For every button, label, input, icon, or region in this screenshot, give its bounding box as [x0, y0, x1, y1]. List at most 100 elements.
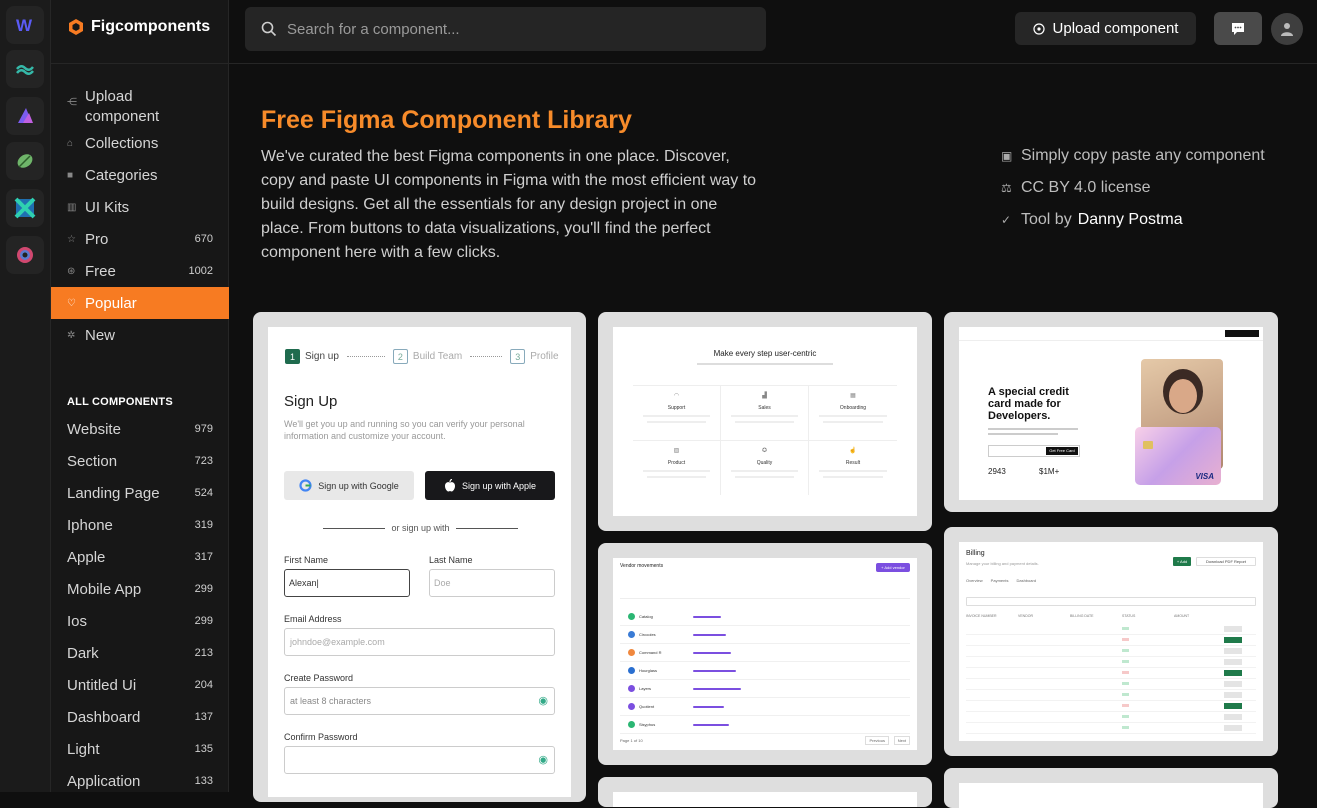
user-avatar[interactable]	[1271, 13, 1303, 45]
sidebar-item-pro[interactable]: ☆ Pro 670	[51, 223, 229, 255]
lock-icon: ⌂	[67, 137, 74, 149]
sidebar-item-popular[interactable]: ♡ Popular	[51, 287, 229, 319]
vendor-title: Vendor movements	[620, 563, 664, 569]
feedback-button[interactable]	[1214, 12, 1262, 45]
sidebar-item-collections[interactable]: ⌂ Collections	[51, 127, 229, 159]
feature-cell-label: Onboarding	[839, 405, 867, 411]
status-badge	[1122, 726, 1129, 729]
table-header-line	[620, 598, 910, 599]
category-count: 135	[194, 743, 213, 755]
leaf-app-icon[interactable]	[6, 142, 44, 180]
component-card-billing[interactable]: Billing Manage your billing and payment …	[944, 527, 1278, 756]
brand-logo[interactable]: Figcomponents	[67, 18, 210, 36]
component-card-vendor-table[interactable]: Vendor movements + Add vendor Catalog Cir…	[598, 543, 932, 765]
confirm-password-field[interactable]: ◉	[284, 746, 555, 774]
tailwind-app-icon[interactable]	[6, 50, 44, 88]
feature-cell: ▟ Sales	[721, 386, 809, 441]
sidebar-item-ui-kits[interactable]: ▥ UI Kits	[51, 191, 229, 223]
sidebar-item-categories[interactable]: ■ Categories	[51, 159, 229, 191]
camera-app-icon[interactable]	[6, 236, 44, 274]
component-card-partial[interactable]	[598, 777, 932, 807]
category-count: 319	[194, 519, 213, 531]
search-input[interactable]	[287, 20, 727, 38]
category-item[interactable]: Dark 213	[51, 637, 229, 669]
pay-button	[1224, 659, 1242, 665]
category-label: Apple	[67, 548, 106, 566]
apple-icon	[444, 479, 455, 492]
apple-button-label: Sign up with Apple	[461, 480, 537, 491]
confirm-password-label: Confirm Password	[284, 732, 358, 742]
feature-cell-label: Product	[667, 459, 686, 466]
vendor-name: Catalog	[639, 614, 653, 619]
category-list: Website 979 Section 723 Landing Page 524 Ip…	[51, 413, 229, 797]
feature-cell: ☝ Result	[809, 441, 897, 496]
figcomponents-logo-icon	[69, 19, 83, 35]
status-badge	[1122, 671, 1129, 674]
eye-icon[interactable]: ◉	[538, 694, 548, 707]
sidebar-item-upload-component[interactable]: ⋲ Upload component	[51, 85, 229, 127]
status-badge	[1122, 649, 1129, 652]
component-card-credit-card[interactable]: A special credit card made for Developer…	[944, 312, 1278, 512]
search-bar[interactable]	[245, 7, 766, 51]
category-count: 204	[194, 679, 213, 691]
download-report-button: Download PDF Report	[1196, 557, 1256, 566]
category-item[interactable]: Dashboard 137	[51, 701, 229, 733]
chip-icon	[1143, 441, 1153, 449]
password-placeholder: at least 8 characters	[290, 696, 372, 706]
add-vendor-button: + Add vendor	[876, 563, 910, 572]
shapes-app-icon[interactable]	[6, 97, 44, 135]
category-count: 299	[194, 583, 213, 595]
category-item[interactable]: Section 723	[51, 445, 229, 477]
sidebar-item-label: Categories	[85, 166, 158, 184]
plus-circle-icon	[1032, 22, 1045, 35]
visa-logo: VISA	[1195, 472, 1214, 481]
sidebar: Figcomponents ⋲ Upload component ⌂ Colle…	[51, 0, 229, 792]
category-item[interactable]: Application 133	[51, 765, 229, 797]
billing-table-header: INVOICE NUMBER VENDOR BILLING DATE STATU…	[966, 614, 1256, 618]
apple-signup-button[interactable]: Sign up with Apple	[425, 471, 555, 500]
category-item[interactable]: Apple 317	[51, 541, 229, 573]
sidebar-item-new[interactable]: ✲ New	[51, 319, 229, 351]
billing-row	[966, 624, 1256, 635]
category-label: Untitled Ui	[67, 676, 137, 694]
eye-icon[interactable]: ◉	[538, 753, 548, 766]
category-item[interactable]: Iphone 319	[51, 509, 229, 541]
google-signup-button[interactable]: Sign up with Google	[284, 471, 414, 500]
category-item[interactable]: Ios 299	[51, 605, 229, 637]
vendor-name: Circooles	[639, 632, 656, 637]
step-number: 1	[285, 349, 300, 364]
features-preview: Make every step user-centric ◠ Support ▟ S…	[613, 327, 917, 516]
upload-component-button[interactable]: Upload component	[1015, 12, 1196, 45]
component-card-features[interactable]: Make every step user-centric ◠ Support ▟ S…	[598, 312, 932, 531]
text-placeholder	[988, 433, 1058, 435]
feature-tool-by: ✓ Tool by Danny Postma	[1001, 204, 1265, 236]
signup-stepper: 1 Sign up 2 Build Team 3 Profile	[285, 349, 559, 364]
password-field[interactable]: at least 8 characters ◉	[284, 687, 555, 715]
first-name-field[interactable]: Alexan|	[284, 569, 410, 597]
category-item[interactable]: Mobile App 299	[51, 573, 229, 605]
prev-page-button: Previous	[865, 736, 889, 745]
last-name-field[interactable]: Doe	[429, 569, 555, 597]
component-card-partial[interactable]	[944, 768, 1278, 808]
category-item[interactable]: Website 979	[51, 413, 229, 445]
x-logo-app-icon[interactable]	[6, 189, 44, 227]
page-title: Free Figma Component Library	[261, 106, 632, 134]
step-number: 3	[510, 349, 526, 364]
email-field[interactable]: johndoe@example.com	[284, 628, 555, 656]
vendor-bar	[693, 615, 721, 618]
vendor-bar	[693, 723, 729, 726]
heart-icon: ♡	[67, 297, 76, 309]
component-card-signup[interactable]: 1 Sign up 2 Build Team 3 Profile Sign Up…	[253, 312, 586, 802]
feature-cell: ▦ Onboarding	[809, 386, 897, 441]
webflow-app-icon[interactable]: W	[6, 6, 44, 44]
category-label: Light	[67, 740, 100, 758]
sidebar-item-free[interactable]: ⊛ Free 1002	[51, 255, 229, 287]
author-link[interactable]: Danny Postma	[1078, 211, 1183, 229]
category-item[interactable]: Light 135	[51, 733, 229, 765]
category-item[interactable]: Untitled Ui 204	[51, 669, 229, 701]
sidebar-item-label: New	[85, 326, 116, 344]
billing-tab: Overview	[966, 578, 983, 583]
category-label: Landing Page	[67, 484, 160, 502]
category-item[interactable]: Landing Page 524	[51, 477, 229, 509]
share-icon: ⋲	[67, 97, 77, 108]
